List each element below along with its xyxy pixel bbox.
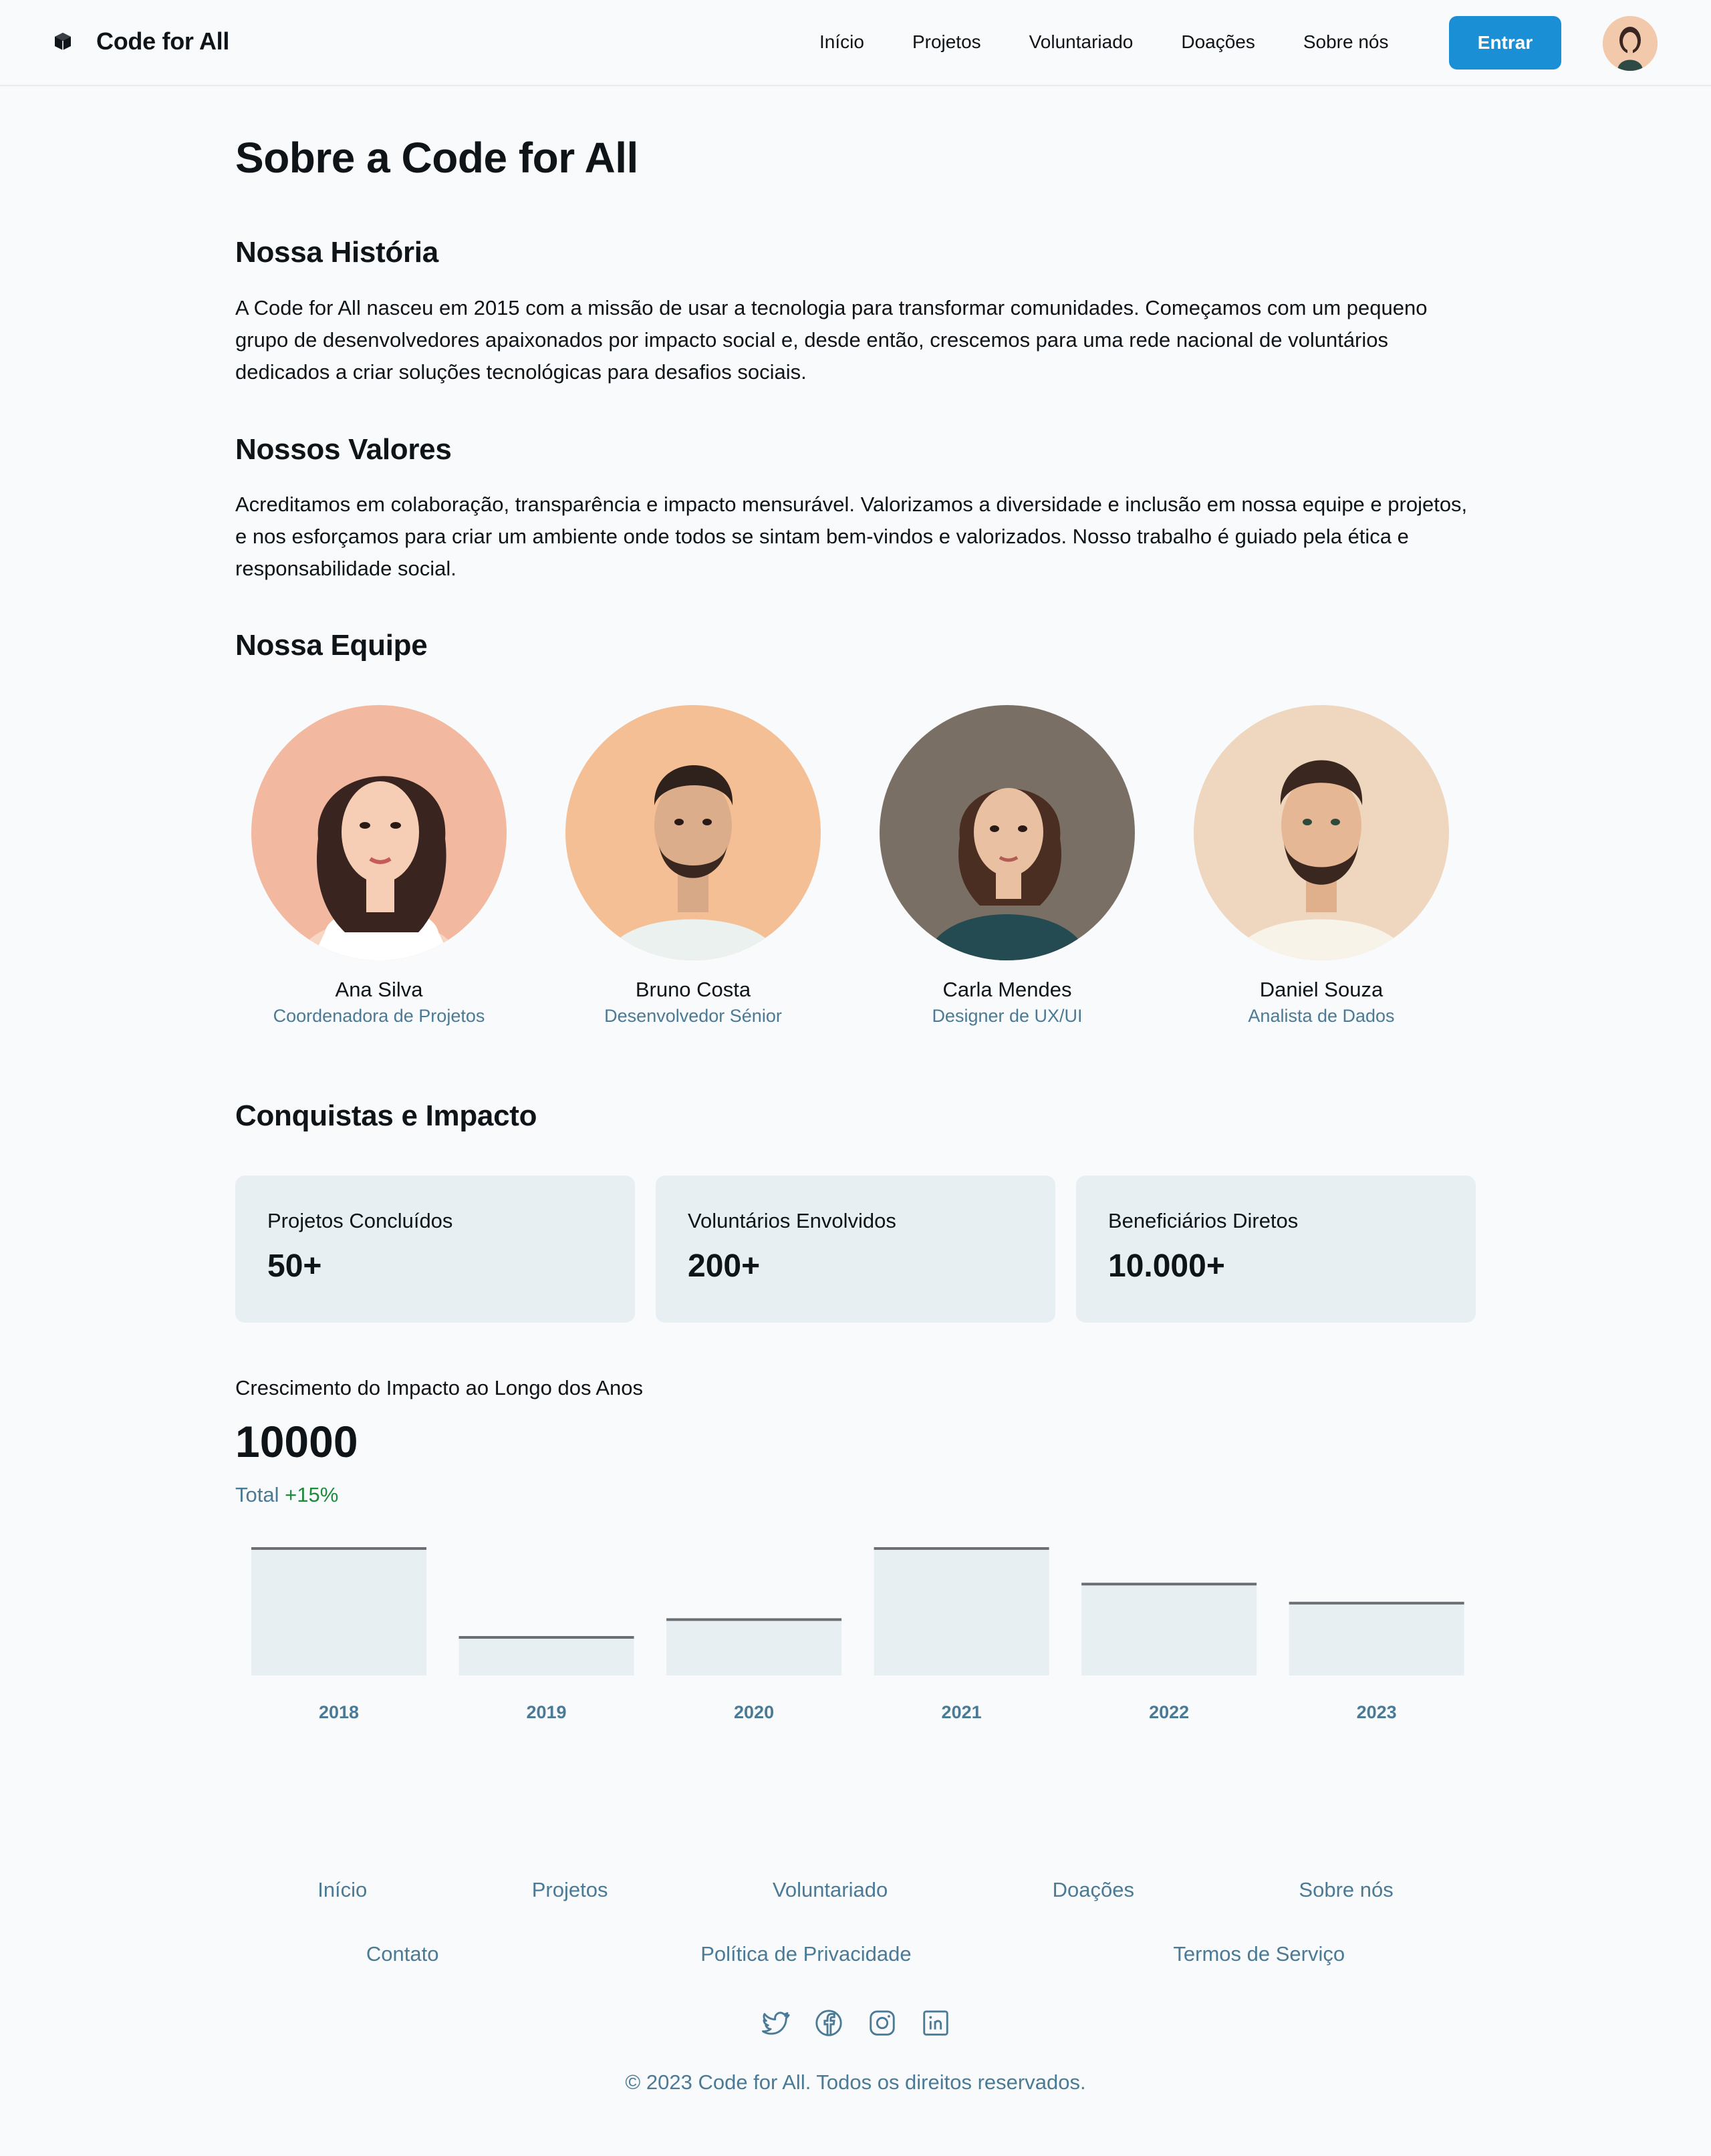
footer-link-privacidade[interactable]: Política de Privacidade [700,1942,911,1966]
facebook-icon[interactable] [813,2008,844,2038]
chart-bar-2019 [458,1637,634,1675]
social-links [760,2008,951,2038]
stats-row: Projetos Concluídos 50+ Voluntários Envo… [235,1176,1476,1323]
team-member-role: Coordenadora de Projetos [273,1006,485,1026]
nav-item-sobre-nos[interactable]: Sobre nós [1303,31,1389,53]
stat-label: Beneficiários Diretos [1108,1209,1299,1232]
impact-bar-chart: 2018 2019 2020 2021 2022 2023 [251,1547,1464,1722]
history-text: A Code for All nasceu em 2015 com a miss… [235,296,1428,384]
nav-item-projetos[interactable]: Projetos [912,31,981,53]
footer-link-contato[interactable]: Contato [366,1942,439,1966]
history-heading: Nossa História [235,236,438,269]
team-member-name: Ana Silva [335,978,423,1001]
team-member-photo [251,705,507,960]
stat-value: 50+ [267,1248,322,1284]
avatar-portrait-icon [1603,16,1658,71]
team-member-name: Carla Mendes [942,978,1072,1001]
login-button[interactable]: Entrar [1449,16,1561,70]
chart-bar-2018 [251,1548,426,1675]
footer-link-termos[interactable]: Termos de Serviço [1173,1942,1345,1966]
footer-link-doacoes[interactable]: Doações [1053,1878,1134,1902]
team-member-card[interactable]: Ana Silva Coordenadora de Projetos [229,705,529,1027]
chart-x-tick-2023: 2023 [1357,1702,1397,1722]
team-member-photo [1194,705,1449,960]
top-header: Code for All Início Projetos Voluntariad… [0,0,1711,86]
portrait-woman-icon [251,705,507,960]
page-title: Sobre a Code for All [235,134,638,182]
team-member-card[interactable]: Carla Mendes Designer de UX/UI [857,705,1158,1027]
footer-link-sobre-nos[interactable]: Sobre nós [1299,1878,1393,1902]
instagram-icon[interactable] [867,2008,898,2038]
stat-value: 10.000+ [1108,1248,1225,1284]
chart-title: Crescimento do Impacto ao Longo dos Anos [235,1376,644,1399]
copyright-text: © 2023 Code for All. Todos os direitos r… [625,2070,1086,2094]
linkedin-icon[interactable] [920,2008,951,2038]
team-heading: Nossa Equipe [235,629,428,662]
team-member-name: Daniel Souza [1259,978,1384,1001]
team-member-role: Desenvolvedor Sénior [604,1006,782,1026]
chart-bar-2021 [874,1548,1049,1675]
twitter-icon[interactable] [760,2008,791,2038]
team-member-name: Bruno Costa [635,978,751,1001]
values-heading: Nossos Valores [235,433,452,466]
portrait-man-icon [1194,705,1449,960]
nav-item-voluntariado[interactable]: Voluntariado [1029,31,1134,53]
brand-logo[interactable]: Code for All [52,25,229,57]
stat-label: Voluntários Envolvidos [688,1209,896,1232]
team-member-photo [565,705,821,960]
chart-bar-2022 [1081,1584,1257,1675]
brand-name: Code for All [96,27,230,55]
user-avatar[interactable] [1603,16,1658,71]
chart-total-value: 10000 [235,1417,358,1466]
stat-label: Projetos Concluídos [267,1209,453,1232]
team-member-role: Analista de Dados [1248,1006,1395,1026]
impact-heading: Conquistas e Impacto [235,1099,537,1132]
stat-card: Projetos Concluídos 50+ [235,1176,635,1323]
team-member-photo [880,705,1135,960]
chart-x-tick-2021: 2021 [942,1702,982,1722]
cube-icon [55,33,71,50]
stat-card: Beneficiários Diretos 10.000+ [1076,1176,1476,1323]
footer-links-row-2: Contato Política de Privacidade Termos d… [235,1942,1476,1966]
chart-x-tick-2020: 2020 [734,1702,774,1722]
footer-links-row-1: Início Projetos Voluntariado Doações Sob… [235,1878,1476,1902]
nav-item-inicio[interactable]: Início [819,31,864,53]
team-member-role: Designer de UX/UI [932,1006,1083,1026]
team-member-card[interactable]: Daniel Souza Analista de Dados [1171,705,1472,1027]
chart-subtitle: Total +15% [235,1483,338,1507]
footer-link-voluntariado[interactable]: Voluntariado [773,1878,888,1902]
portrait-man-icon [565,705,821,960]
nav-item-doacoes[interactable]: Doações [1181,31,1255,53]
chart-x-tick-2019: 2019 [526,1702,566,1722]
stat-value: 200+ [688,1248,761,1284]
stat-card: Voluntários Envolvidos 200+ [656,1176,1055,1323]
team-member-card[interactable]: Bruno Costa Desenvolvedor Sénior [543,705,843,1027]
portrait-woman-icon [880,705,1135,960]
values-text: Acreditamos em colaboração, transparênci… [235,493,1468,580]
chart-bar-2020 [666,1619,842,1675]
main-nav: Início Projetos Voluntariado Doações Sob… [819,27,1389,57]
chart-x-tick-2018: 2018 [319,1702,359,1722]
chart-x-tick-2022: 2022 [1149,1702,1189,1722]
chart-sub-label: Total [235,1483,279,1506]
footer-link-projetos[interactable]: Projetos [532,1878,608,1902]
chart-bar-2023 [1289,1603,1464,1675]
footer-link-inicio[interactable]: Início [317,1878,367,1902]
chart-change-badge: +15% [285,1483,339,1506]
